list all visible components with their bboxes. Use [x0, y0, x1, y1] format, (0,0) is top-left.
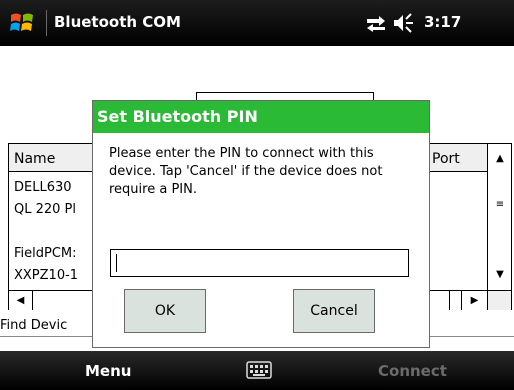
scroll-right-icon[interactable]: ▶ [461, 291, 487, 310]
scroll-left-icon[interactable]: ◀ [9, 291, 33, 310]
title-divider [46, 10, 47, 36]
scrollbar-corner [487, 290, 511, 310]
keyboard-icon[interactable] [246, 361, 272, 379]
pin-input[interactable] [110, 249, 409, 277]
column-name-header[interactable]: Name [14, 151, 55, 167]
pin-dialog: Set Bluetooth PIN Please enter the PIN t… [92, 100, 430, 348]
scroll-thumb-icon[interactable]: ≡ [488, 192, 512, 216]
list-item[interactable]: XXPZ10-1 [14, 268, 78, 283]
dialog-message: Please enter the PIN to connect with thi… [109, 146, 383, 197]
find-devices-button[interactable]: Find Devic [0, 318, 67, 333]
dialog-title: Set Bluetooth PIN [93, 101, 429, 133]
connect-softkey[interactable]: Connect [378, 362, 447, 380]
list-item[interactable]: QL 220 Pl [14, 202, 76, 217]
clock[interactable]: 3:17 [424, 13, 461, 31]
horizontal-scroll-thumb[interactable] [449, 291, 461, 310]
tab-outline-top [196, 92, 374, 100]
list-item[interactable]: FieldPCM: [14, 246, 77, 261]
menu-softkey[interactable]: Menu [85, 362, 131, 380]
title-bar: Bluetooth COM 3:17 [0, 0, 514, 46]
volume-icon[interactable] [392, 13, 416, 33]
vertical-scrollbar[interactable]: ▲ ≡ ▼ [487, 144, 511, 290]
cancel-button[interactable]: Cancel [293, 289, 375, 333]
scroll-up-icon[interactable]: ▲ [488, 146, 512, 170]
text-caret [116, 254, 117, 272]
softkey-bar: Menu Connect [0, 351, 514, 390]
ok-button[interactable]: OK [124, 289, 206, 333]
app-title: Bluetooth COM [54, 13, 181, 31]
list-item[interactable]: DELL630 [14, 180, 72, 195]
column-port-header[interactable]: Port [432, 151, 460, 167]
scroll-down-icon[interactable]: ▼ [488, 262, 512, 286]
windows-start-icon[interactable] [8, 9, 36, 37]
connectivity-icon[interactable] [365, 13, 387, 33]
